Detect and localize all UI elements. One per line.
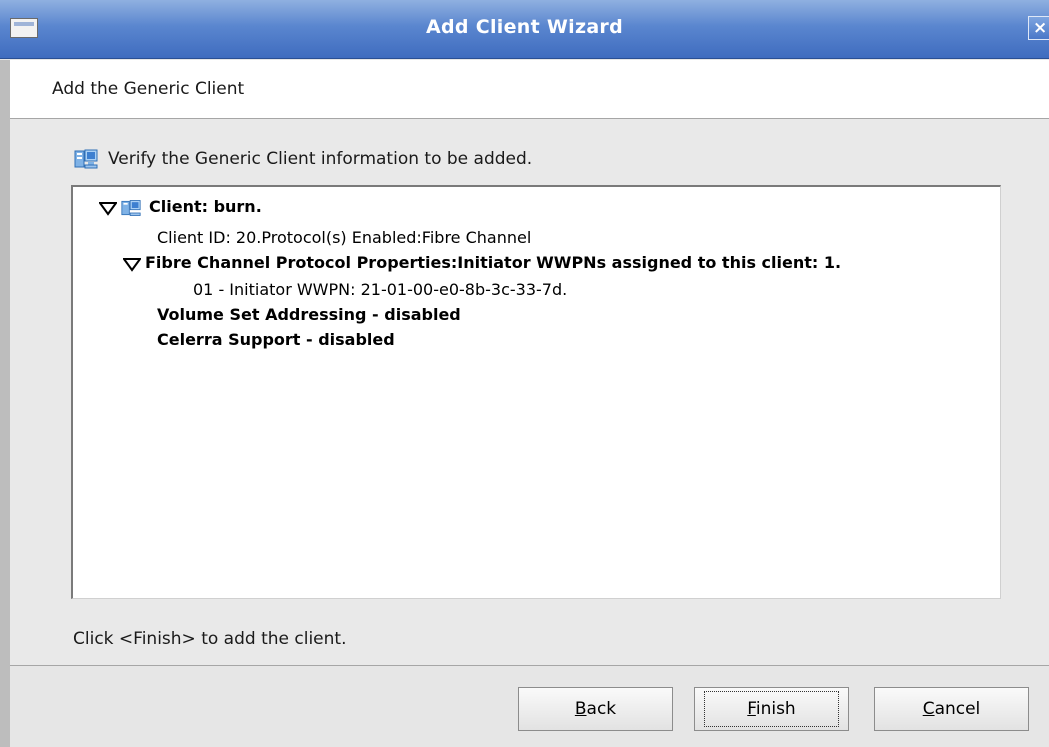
back-button[interactable]: Back (518, 687, 673, 731)
window-left-border (0, 60, 10, 747)
finish-mnemonic: F (747, 699, 756, 719)
tree-node-protocol[interactable]: Fibre Channel Protocol Properties:Initia… (122, 253, 842, 272)
finish-button[interactable]: Finish (694, 687, 849, 731)
wizard-header: Add the Generic Client (10, 60, 1049, 119)
back-mnemonic: B (574, 699, 587, 719)
cancel-label: ancel (934, 699, 981, 719)
cancel-mnemonic: C (922, 699, 935, 719)
header-title: Add the Generic Client (52, 79, 245, 99)
client-info-tree[interactable]: Client: burn. Client ID: 20.Protocol(s) … (71, 185, 1001, 599)
client-details: Client ID: 20.Protocol(s) Enabled:Fibre … (157, 228, 532, 247)
tree-node-client[interactable]: Client: burn. (98, 197, 262, 218)
protocol-label: Fibre Channel Protocol Properties:Initia… (145, 253, 842, 272)
expanded-triangle-icon[interactable] (122, 257, 142, 272)
client-icon (121, 198, 141, 218)
close-icon[interactable]: × (1028, 16, 1049, 40)
celerra-support: Celerra Support - disabled (157, 330, 395, 349)
wizard-content: Verify the Generic Client information to… (10, 119, 1049, 666)
title-bar: Add Client Wizard × (0, 0, 1049, 59)
volume-set-addressing: Volume Set Addressing - disabled (157, 305, 461, 324)
client-label: Client: burn. (149, 197, 262, 216)
back-label: ack (586, 699, 617, 719)
expanded-triangle-icon[interactable] (98, 201, 118, 216)
initiator-wwpn: 01 - Initiator WWPN: 21-01-00-e0-8b-3c-3… (193, 280, 568, 299)
window-title: Add Client Wizard (425, 16, 624, 38)
button-bar: Back Finish Cancel (10, 666, 1049, 747)
client-icon (74, 147, 98, 171)
cancel-button[interactable]: Cancel (874, 687, 1029, 731)
instruction-text: Verify the Generic Client information to… (108, 149, 533, 169)
finish-label: inish (755, 699, 796, 719)
instruction-row: Verify the Generic Client information to… (74, 145, 532, 173)
finish-hint: Click <Finish> to add the client. (73, 629, 347, 649)
